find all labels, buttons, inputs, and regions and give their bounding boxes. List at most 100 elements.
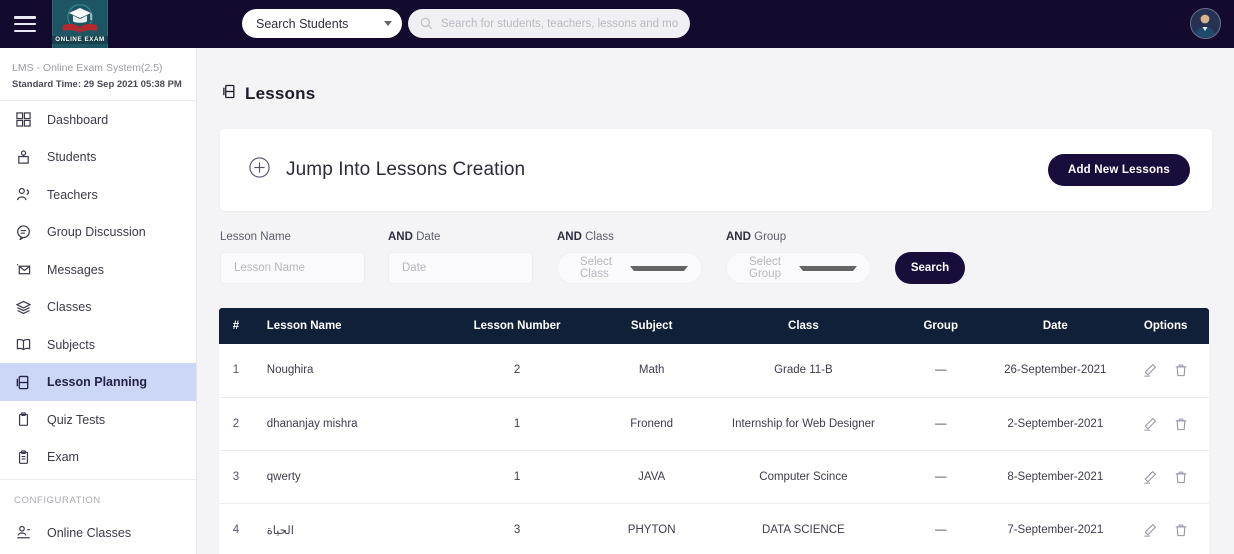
trash-icon[interactable] (1174, 363, 1188, 377)
class-select[interactable]: Select Class (557, 252, 702, 284)
group-select[interactable]: Select Group (726, 252, 871, 284)
col-header-lesson-name[interactable]: Lesson Name (252, 308, 445, 344)
cell-lesson-number: 1 (444, 450, 590, 504)
add-new-lessons-button[interactable]: Add New Lessons (1047, 154, 1190, 186)
search-scope-value: Search Students (256, 16, 349, 31)
lessons-table: # Lesson Name Lesson Number Subject Clas… (219, 308, 1209, 554)
table-body: 1 Noughira 2 Math Grade 11-B — 26-Septem… (219, 344, 1209, 554)
search-scope-dropdown[interactable]: Search Students (242, 9, 402, 38)
group-select-value: Select Group (749, 256, 781, 280)
clipboard-icon (14, 412, 32, 427)
chat-icon (14, 224, 32, 240)
page-title: Lessons (245, 84, 316, 103)
sidebar-item-messages[interactable]: Messages (0, 251, 196, 289)
system-title: LMS - Online Exam System(2.5) (12, 62, 163, 74)
sidebar-item-classes[interactable]: Classes (0, 288, 196, 326)
hamburger-menu-icon[interactable] (14, 16, 36, 32)
cell-options (1122, 450, 1209, 504)
pencil-icon[interactable] (1143, 470, 1157, 484)
cell-lesson-name: Noughira (252, 344, 445, 398)
col-header-index[interactable]: # (219, 308, 253, 344)
jump-into-lessons-card: Jump Into Lessons Creation Add New Lesso… (220, 129, 1212, 211)
filter-prefix-and: AND (388, 231, 413, 243)
sidebar-item-online-classes[interactable]: Online Classes (0, 514, 196, 552)
filter-label-class-text: Class (585, 231, 614, 243)
student-icon (14, 149, 32, 165)
sidebar-item-label: Dashboard (47, 112, 109, 127)
sidebar-item-students[interactable]: Students (0, 138, 196, 176)
cell-date: 26-September-2021 (988, 344, 1123, 398)
cell-lesson-name: dhananjay mishra (252, 397, 445, 451)
col-header-lesson-number[interactable]: Lesson Number (444, 308, 590, 344)
col-header-subject[interactable]: Subject (589, 308, 714, 344)
logo-text: ONLINE EXAM (52, 35, 108, 45)
sidebar-item-label: Exam (47, 450, 79, 464)
chevron-down-icon (384, 21, 392, 26)
col-header-date[interactable]: Date (988, 308, 1123, 344)
cell-index: 1 (219, 344, 253, 398)
trash-icon[interactable] (1174, 470, 1188, 484)
pencil-icon[interactable] (1143, 523, 1157, 537)
filter-prefix-and: AND (557, 231, 582, 243)
col-header-class[interactable]: Class (713, 308, 894, 344)
table-row[interactable]: 3 qwerty 1 JAVA Computer Scince — 8-Sept… (219, 450, 1209, 504)
trash-icon[interactable] (1174, 417, 1188, 431)
filter-label-group: AND Group (726, 231, 871, 243)
table-header-row: # Lesson Name Lesson Number Subject Clas… (219, 308, 1209, 344)
sidebar-item-quiz-tests[interactable]: Quiz Tests (0, 401, 196, 439)
sidebar-item-label: Students (47, 150, 97, 164)
lesson-icon (222, 84, 237, 104)
plus-circle-icon[interactable] (249, 157, 270, 183)
online-class-icon (14, 525, 32, 540)
sidebar-item-group-discussion[interactable]: Group Discussion (0, 213, 196, 251)
sidebar-item-label: Messages (47, 262, 104, 277)
user-avatar[interactable] (1190, 8, 1221, 39)
table-row[interactable]: 2 dhananjay mishra 1 Fronend Internship … (219, 397, 1209, 451)
global-search[interactable] (408, 9, 690, 38)
sidebar-item-dashboard[interactable]: Dashboard (0, 101, 196, 139)
page-header: Lessons (197, 48, 1234, 104)
filter-class: AND Class Select Class (557, 231, 702, 284)
table-row[interactable]: 4 الحياة 3 PHYTON DATA SCIENCE — 7-Septe… (219, 503, 1209, 554)
sidebar-item-label: Subjects (47, 337, 95, 352)
sidebar-item-teachers[interactable]: Teachers (0, 176, 196, 214)
sidebar-item-label: Quiz Tests (47, 412, 106, 427)
cell-index: 2 (219, 397, 253, 451)
pencil-icon[interactable] (1143, 363, 1157, 377)
lesson-name-input[interactable] (220, 252, 365, 284)
sidebar-item-exam[interactable]: Exam (0, 438, 196, 476)
col-header-group[interactable]: Group (893, 308, 989, 344)
pencil-icon[interactable] (1143, 417, 1157, 431)
filter-date: AND Date (388, 231, 533, 284)
cell-date: 8-September-2021 (988, 450, 1123, 504)
cell-subject: Fronend (589, 397, 714, 451)
chevron-down-icon (630, 265, 688, 271)
cell-options (1122, 503, 1209, 554)
table-row[interactable]: 1 Noughira 2 Math Grade 11-B — 26-Septem… (219, 344, 1209, 398)
app-logo[interactable]: ONLINE EXAM (52, 0, 108, 48)
sidebar: LMS - Online Exam System(2.5) Standard T… (0, 48, 197, 554)
trash-icon[interactable] (1174, 523, 1188, 537)
cell-index: 4 (219, 503, 253, 554)
date-input[interactable] (388, 252, 533, 284)
search-icon (420, 17, 433, 30)
cell-date: 2-September-2021 (988, 397, 1123, 451)
global-search-input[interactable] (441, 17, 678, 30)
sidebar-item-lesson-planning[interactable]: Lesson Planning (0, 363, 196, 401)
layers-icon (14, 300, 32, 315)
cell-class: DATA SCIENCE (713, 503, 894, 554)
sidebar-item-subjects[interactable]: Subjects (0, 326, 196, 364)
filter-label-group-text: Group (754, 231, 787, 243)
cell-options (1122, 344, 1209, 398)
cell-class: Internship for Web Designer (713, 397, 894, 451)
filter-lesson-name: Lesson Name (220, 231, 365, 284)
cell-subject: PHYTON (589, 503, 714, 554)
cell-class: Computer Scince (713, 450, 894, 504)
cell-class: Grade 11-B (713, 344, 894, 398)
cell-lesson-number: 3 (444, 503, 590, 554)
search-button[interactable]: Search (895, 252, 965, 284)
cell-index: 3 (219, 450, 253, 504)
sidebar-item-label: Group Discussion (47, 225, 146, 239)
app-root: ONLINE EXAM Search Students LMS - Onlin (0, 0, 1234, 554)
book-icon (14, 337, 32, 352)
